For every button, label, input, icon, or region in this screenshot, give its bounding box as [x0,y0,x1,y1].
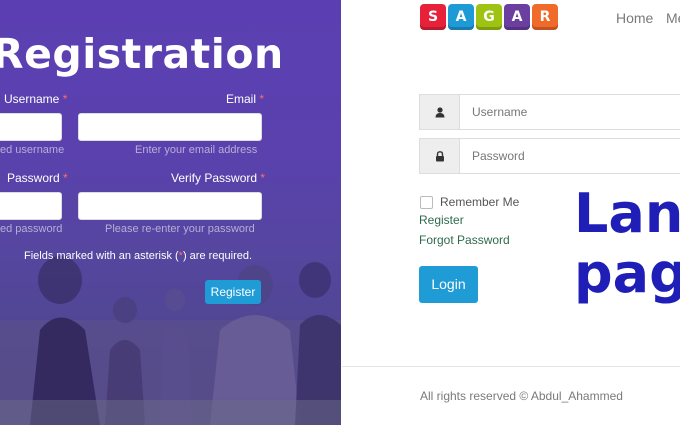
username-hint: ed username [0,144,65,156]
remember-me-label: Remember Me [440,195,520,209]
nav-home-link[interactable]: Home [616,10,653,26]
logo-letter: A [448,4,474,30]
registration-title: Registration [0,30,284,78]
password-label: Password * [7,171,68,185]
logo-letter: R [532,4,558,30]
remember-me-checkbox[interactable] [420,195,433,209]
footer-copyright: All rights reserved © Abdul_Ahammed [420,389,623,403]
logo-letter: A [504,4,530,30]
required-asterisk: * [260,171,266,185]
email-hint: Enter your email address [135,144,258,156]
lock-icon [420,139,460,173]
username-label: Username * [4,92,68,106]
login-username-input[interactable]: Username [419,94,680,130]
email-label: Email * [226,92,265,106]
login-button[interactable]: Login [419,266,478,303]
required-asterisk: * [62,92,68,106]
username-placeholder: Username [472,105,528,119]
registration-panel: Registration Username * ed username Emai… [0,0,341,425]
landing-page-heading-line2: pag [574,242,680,305]
remember-me[interactable]: Remember Me [420,195,519,209]
password-field[interactable] [0,192,62,220]
user-icon [420,95,460,129]
required-asterisk: * [259,92,265,106]
verify-password-label: Verify Password * [171,171,266,185]
register-button[interactable]: Register [205,280,261,304]
required-fields-note: Fields marked with an asterisk (*) are r… [24,250,253,262]
logo-letter: S [420,4,446,30]
sagar-logo[interactable]: S A G A R [420,4,558,30]
nav-more-link[interactable]: Me [666,10,680,26]
login-password-input[interactable]: Password [419,138,680,174]
required-asterisk: * [63,171,68,185]
password-hint: ed password [0,223,63,235]
email-field[interactable] [78,113,262,141]
footer-divider [342,366,680,367]
username-field[interactable] [0,113,62,141]
landing-page-heading-line1: Lan [574,182,680,245]
forgot-password-link[interactable]: Forgot Password [419,233,510,247]
register-link[interactable]: Register [419,213,464,227]
verify-password-field[interactable] [78,192,262,220]
logo-letter: G [476,4,502,30]
verify-password-hint: Please re-enter your password [105,223,255,235]
crowd-background-image [0,256,341,425]
password-placeholder: Password [472,149,525,163]
